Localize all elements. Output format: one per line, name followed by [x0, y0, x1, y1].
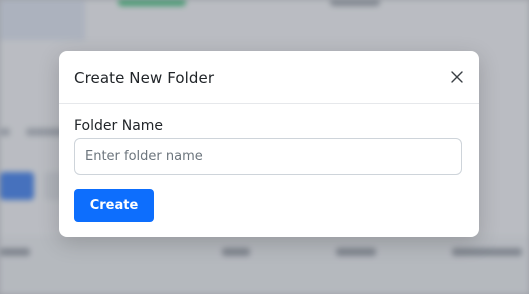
folder-name-input[interactable]	[74, 138, 462, 175]
close-button[interactable]	[448, 68, 466, 86]
folder-name-label: Folder Name	[74, 118, 164, 134]
create-folder-modal: Create New Folder Folder Name Create	[59, 51, 479, 237]
modal-header: Create New Folder	[59, 51, 479, 104]
close-icon	[451, 71, 463, 83]
create-button[interactable]: Create	[74, 189, 154, 222]
modal-title: Create New Folder	[74, 69, 215, 87]
